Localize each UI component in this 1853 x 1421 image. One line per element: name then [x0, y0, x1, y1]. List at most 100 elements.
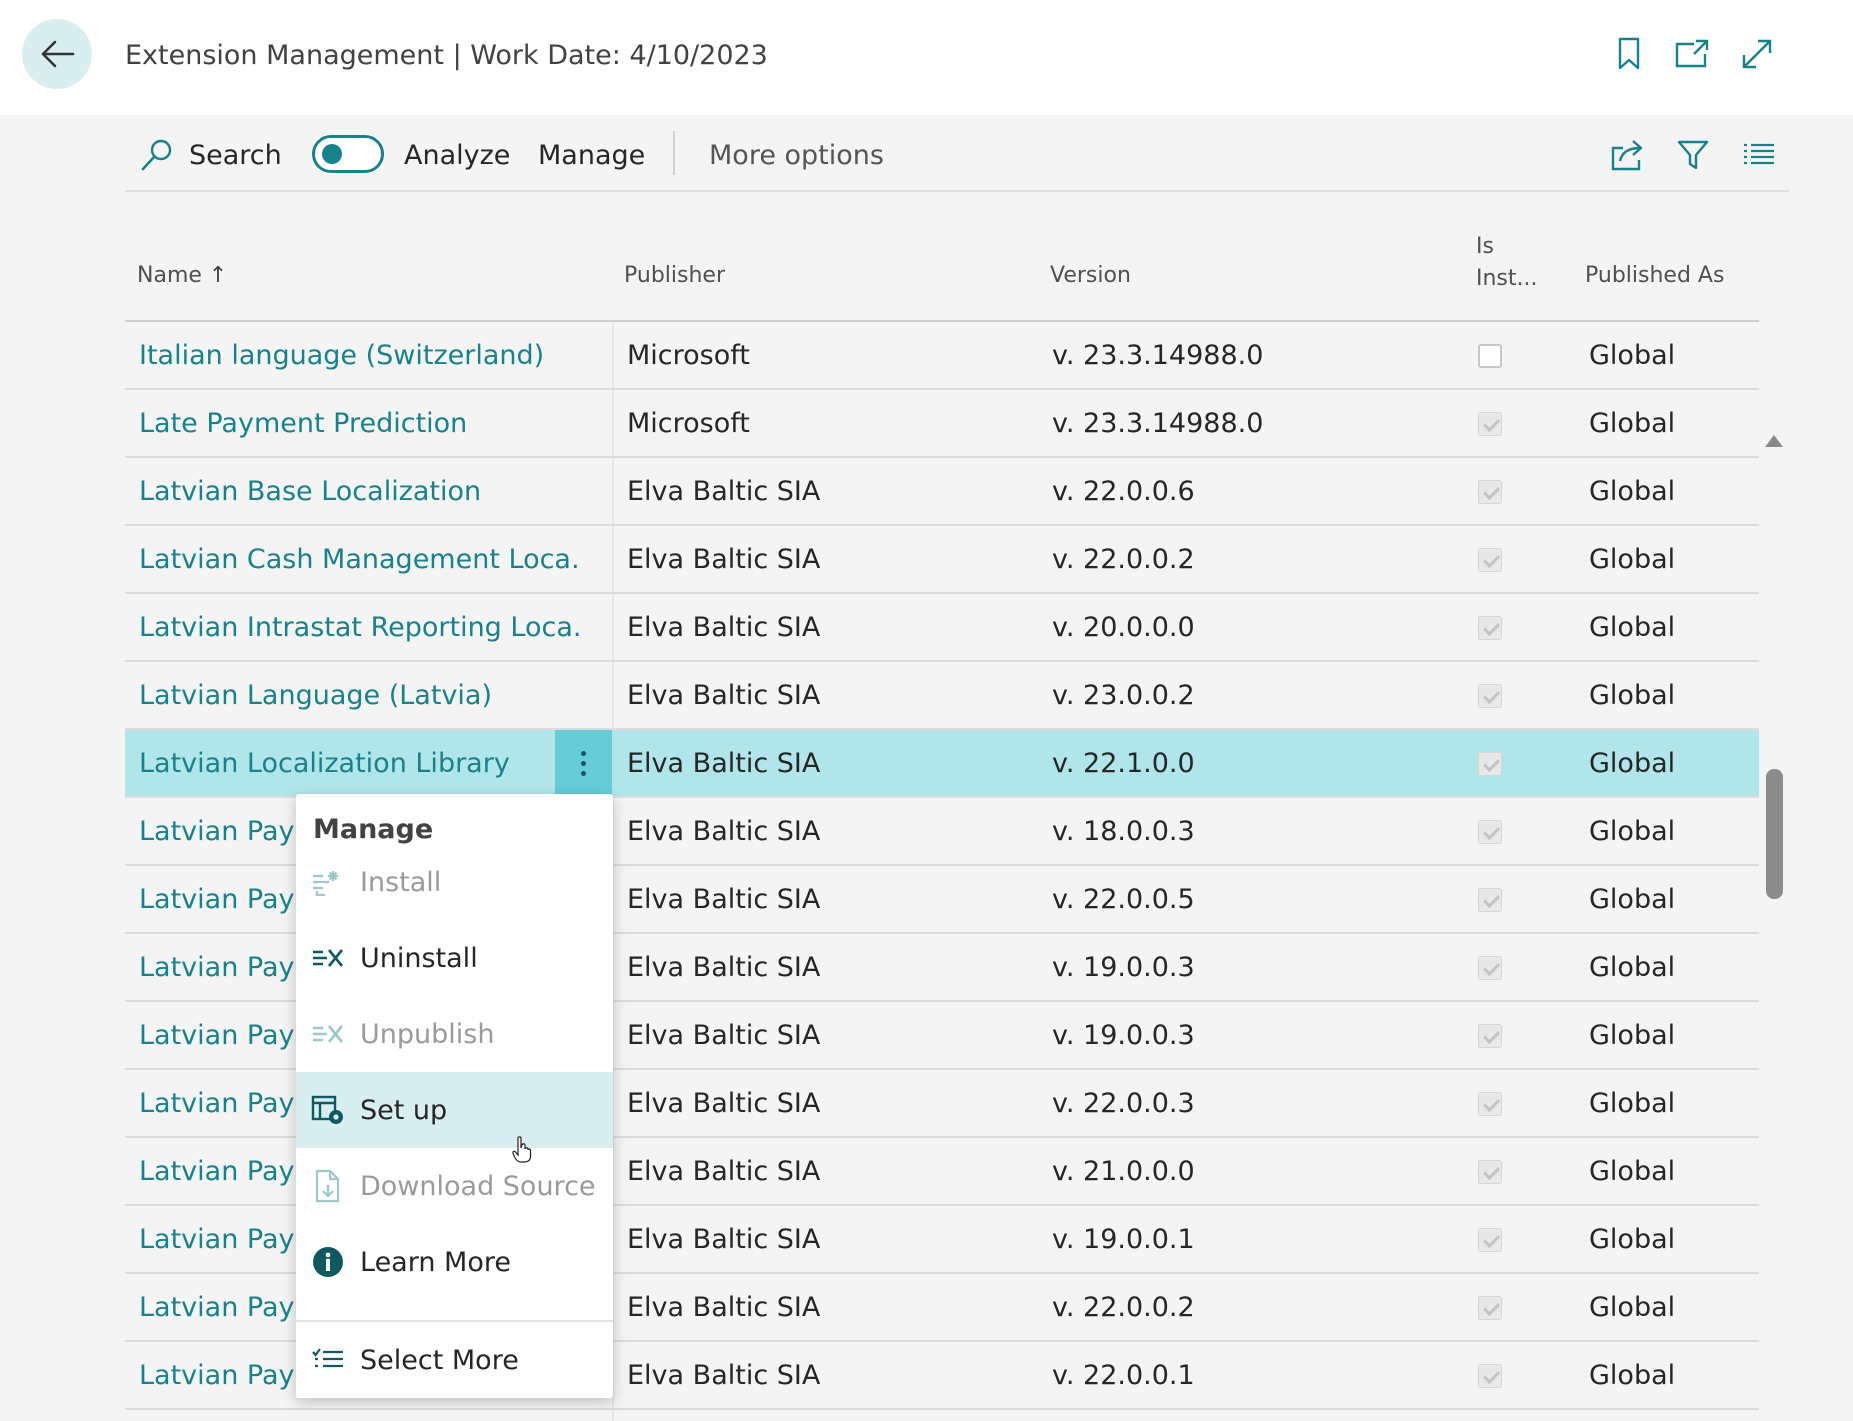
version-cell: v. 20.0.0.0 [1052, 611, 1195, 643]
column-header-publisher[interactable]: Publisher [624, 263, 725, 288]
analyze-toggle[interactable] [312, 135, 384, 173]
column-header-version[interactable]: Version [1050, 263, 1131, 288]
is-installed-checkbox[interactable] [1478, 1228, 1502, 1252]
more-dot-icon [581, 760, 586, 766]
open-new-window-button[interactable] [1672, 34, 1712, 74]
is-installed-checkbox[interactable] [1478, 820, 1502, 844]
row-context-menu: Manage Install Uninstall Unpublish Set u… [296, 794, 613, 1398]
bookmark-icon [1618, 37, 1640, 70]
hand-cursor-icon [512, 1136, 532, 1163]
publisher-cell: Microsoft [627, 407, 750, 439]
expand-button[interactable] [1737, 34, 1777, 74]
menu-item-download-source-label: Download Source [360, 1170, 596, 1202]
scrollbar-thumb[interactable] [1766, 769, 1783, 899]
column-header-name[interactable]: Name ↑ [137, 263, 227, 288]
table-row[interactable]: Latvian Localization Library Elva Baltic … [125, 730, 1759, 798]
filter-button[interactable] [1673, 135, 1713, 175]
download-source-icon [310, 1169, 346, 1203]
version-cell: v. 19.0.0.3 [1052, 951, 1195, 983]
share-icon [1611, 140, 1643, 171]
install-icon [310, 866, 346, 898]
page-header: Extension Management | Work Date: 4/10/2… [0, 0, 1853, 115]
list-view-icon [1744, 143, 1774, 165]
table-row[interactable]: Latvian Intrastat Reporting Loca... Elva … [125, 594, 1759, 662]
extension-name-link[interactable]: Italian language (Switzerland) [139, 322, 579, 388]
more-dot-icon [581, 750, 586, 756]
table-row[interactable]: Late Payment Prediction Microsoft v. 23.3.… [125, 390, 1759, 458]
menu-item-select-more[interactable]: Select More [296, 1322, 613, 1398]
is-installed-checkbox[interactable] [1478, 888, 1502, 912]
bookmark-button[interactable] [1609, 34, 1649, 74]
analyze-label[interactable]: Analyze [404, 137, 510, 173]
is-installed-checkbox[interactable] [1478, 752, 1502, 776]
published-as-cell: Global [1589, 815, 1676, 847]
is-installed-checkbox[interactable] [1478, 684, 1502, 708]
version-cell: v. 23.3.14988.0 [1052, 339, 1264, 371]
menu-item-set-up[interactable]: Set up [296, 1072, 613, 1148]
manage-menu-button[interactable]: Manage [538, 137, 645, 173]
column-header-is-installed[interactable]: Is Inst... [1476, 231, 1538, 295]
published-as-cell: Global [1589, 475, 1676, 507]
back-arrow-icon [41, 40, 75, 68]
is-installed-checkbox[interactable] [1478, 548, 1502, 572]
menu-item-uninstall[interactable]: Uninstall [296, 920, 613, 996]
published-as-cell: Global [1589, 339, 1676, 371]
table-row[interactable]: Latvian Language (Latvia) Elva Baltic SIA… [125, 662, 1759, 730]
table-row[interactable]: Latvian Cash Management Loca... Elva Balt… [125, 526, 1759, 594]
menu-item-learn-more[interactable]: Learn More [296, 1224, 613, 1300]
published-as-cell: Global [1589, 883, 1676, 915]
table-row[interactable]: Italian language (Switzerland) Microsoft v… [125, 322, 1759, 390]
is-installed-checkbox[interactable] [1478, 1364, 1502, 1388]
published-as-cell: Global [1589, 407, 1676, 439]
publisher-cell: Elva Baltic SIA [627, 951, 821, 983]
row-actions-button[interactable] [555, 730, 612, 796]
menu-item-unpublish-label: Unpublish [360, 1018, 495, 1050]
column-is-installed-line2: Inst... [1476, 266, 1538, 291]
back-button[interactable] [22, 19, 92, 89]
table-row[interactable]: Latvian Base Localization Elva Baltic SIA… [125, 458, 1759, 526]
is-installed-checkbox[interactable] [1478, 616, 1502, 640]
publisher-cell: Elva Baltic SIA [627, 679, 821, 711]
share-button[interactable] [1608, 135, 1648, 175]
publisher-cell: Elva Baltic SIA [627, 543, 821, 575]
menu-item-download-source[interactable]: Download Source [296, 1148, 613, 1224]
menu-item-uninstall-label: Uninstall [360, 942, 478, 974]
more-dot-icon [581, 770, 586, 776]
version-cell: v. 23.0.0.2 [1052, 679, 1195, 711]
version-cell: v. 22.0.0.2 [1052, 543, 1195, 575]
version-cell: v. 22.1.0.0 [1052, 747, 1195, 779]
published-as-cell: Global [1589, 1155, 1676, 1187]
is-installed-checkbox[interactable] [1478, 344, 1502, 368]
extension-name-link[interactable]: Late Payment Prediction [139, 390, 579, 456]
extension-name-link[interactable]: Latvian Intrastat Reporting Loca... [139, 594, 579, 660]
is-installed-checkbox[interactable] [1478, 956, 1502, 980]
is-installed-checkbox[interactable] [1478, 1296, 1502, 1320]
is-installed-checkbox[interactable] [1478, 1024, 1502, 1048]
menu-item-install-label: Install [360, 866, 442, 898]
scroll-up-arrow[interactable] [1765, 435, 1783, 447]
uninstall-icon [310, 942, 346, 974]
action-bar: Search Analyze Manage More options [125, 115, 1789, 192]
select-more-icon [310, 1344, 346, 1376]
is-installed-checkbox[interactable] [1478, 1160, 1502, 1184]
extension-name-link[interactable]: Latvian Localization Library [139, 730, 579, 796]
toggle-knob [322, 144, 342, 164]
column-header-published-as[interactable]: Published As [1585, 263, 1724, 288]
publisher-cell: Elva Baltic SIA [627, 611, 821, 643]
menu-item-install[interactable]: Install [296, 844, 613, 920]
is-installed-checkbox[interactable] [1478, 1092, 1502, 1116]
more-options-button[interactable]: More options [709, 137, 884, 173]
search-button[interactable]: Search [139, 137, 282, 173]
menu-item-learn-more-label: Learn More [360, 1246, 511, 1278]
extension-name-link[interactable]: Latvian Language (Latvia) [139, 662, 579, 728]
is-installed-checkbox[interactable] [1478, 412, 1502, 436]
version-cell: v. 22.0.0.6 [1052, 475, 1195, 507]
extension-name-link[interactable]: Latvian Base Localization [139, 458, 579, 524]
column-name-label: Name [137, 263, 202, 288]
version-cell: v. 22.0.0.1 [1052, 1359, 1195, 1391]
menu-item-unpublish[interactable]: Unpublish [296, 996, 613, 1072]
is-installed-checkbox[interactable] [1478, 480, 1502, 504]
search-icon [141, 139, 172, 171]
extension-name-link[interactable]: Latvian Cash Management Loca... [139, 526, 579, 592]
list-view-button[interactable] [1739, 135, 1779, 175]
